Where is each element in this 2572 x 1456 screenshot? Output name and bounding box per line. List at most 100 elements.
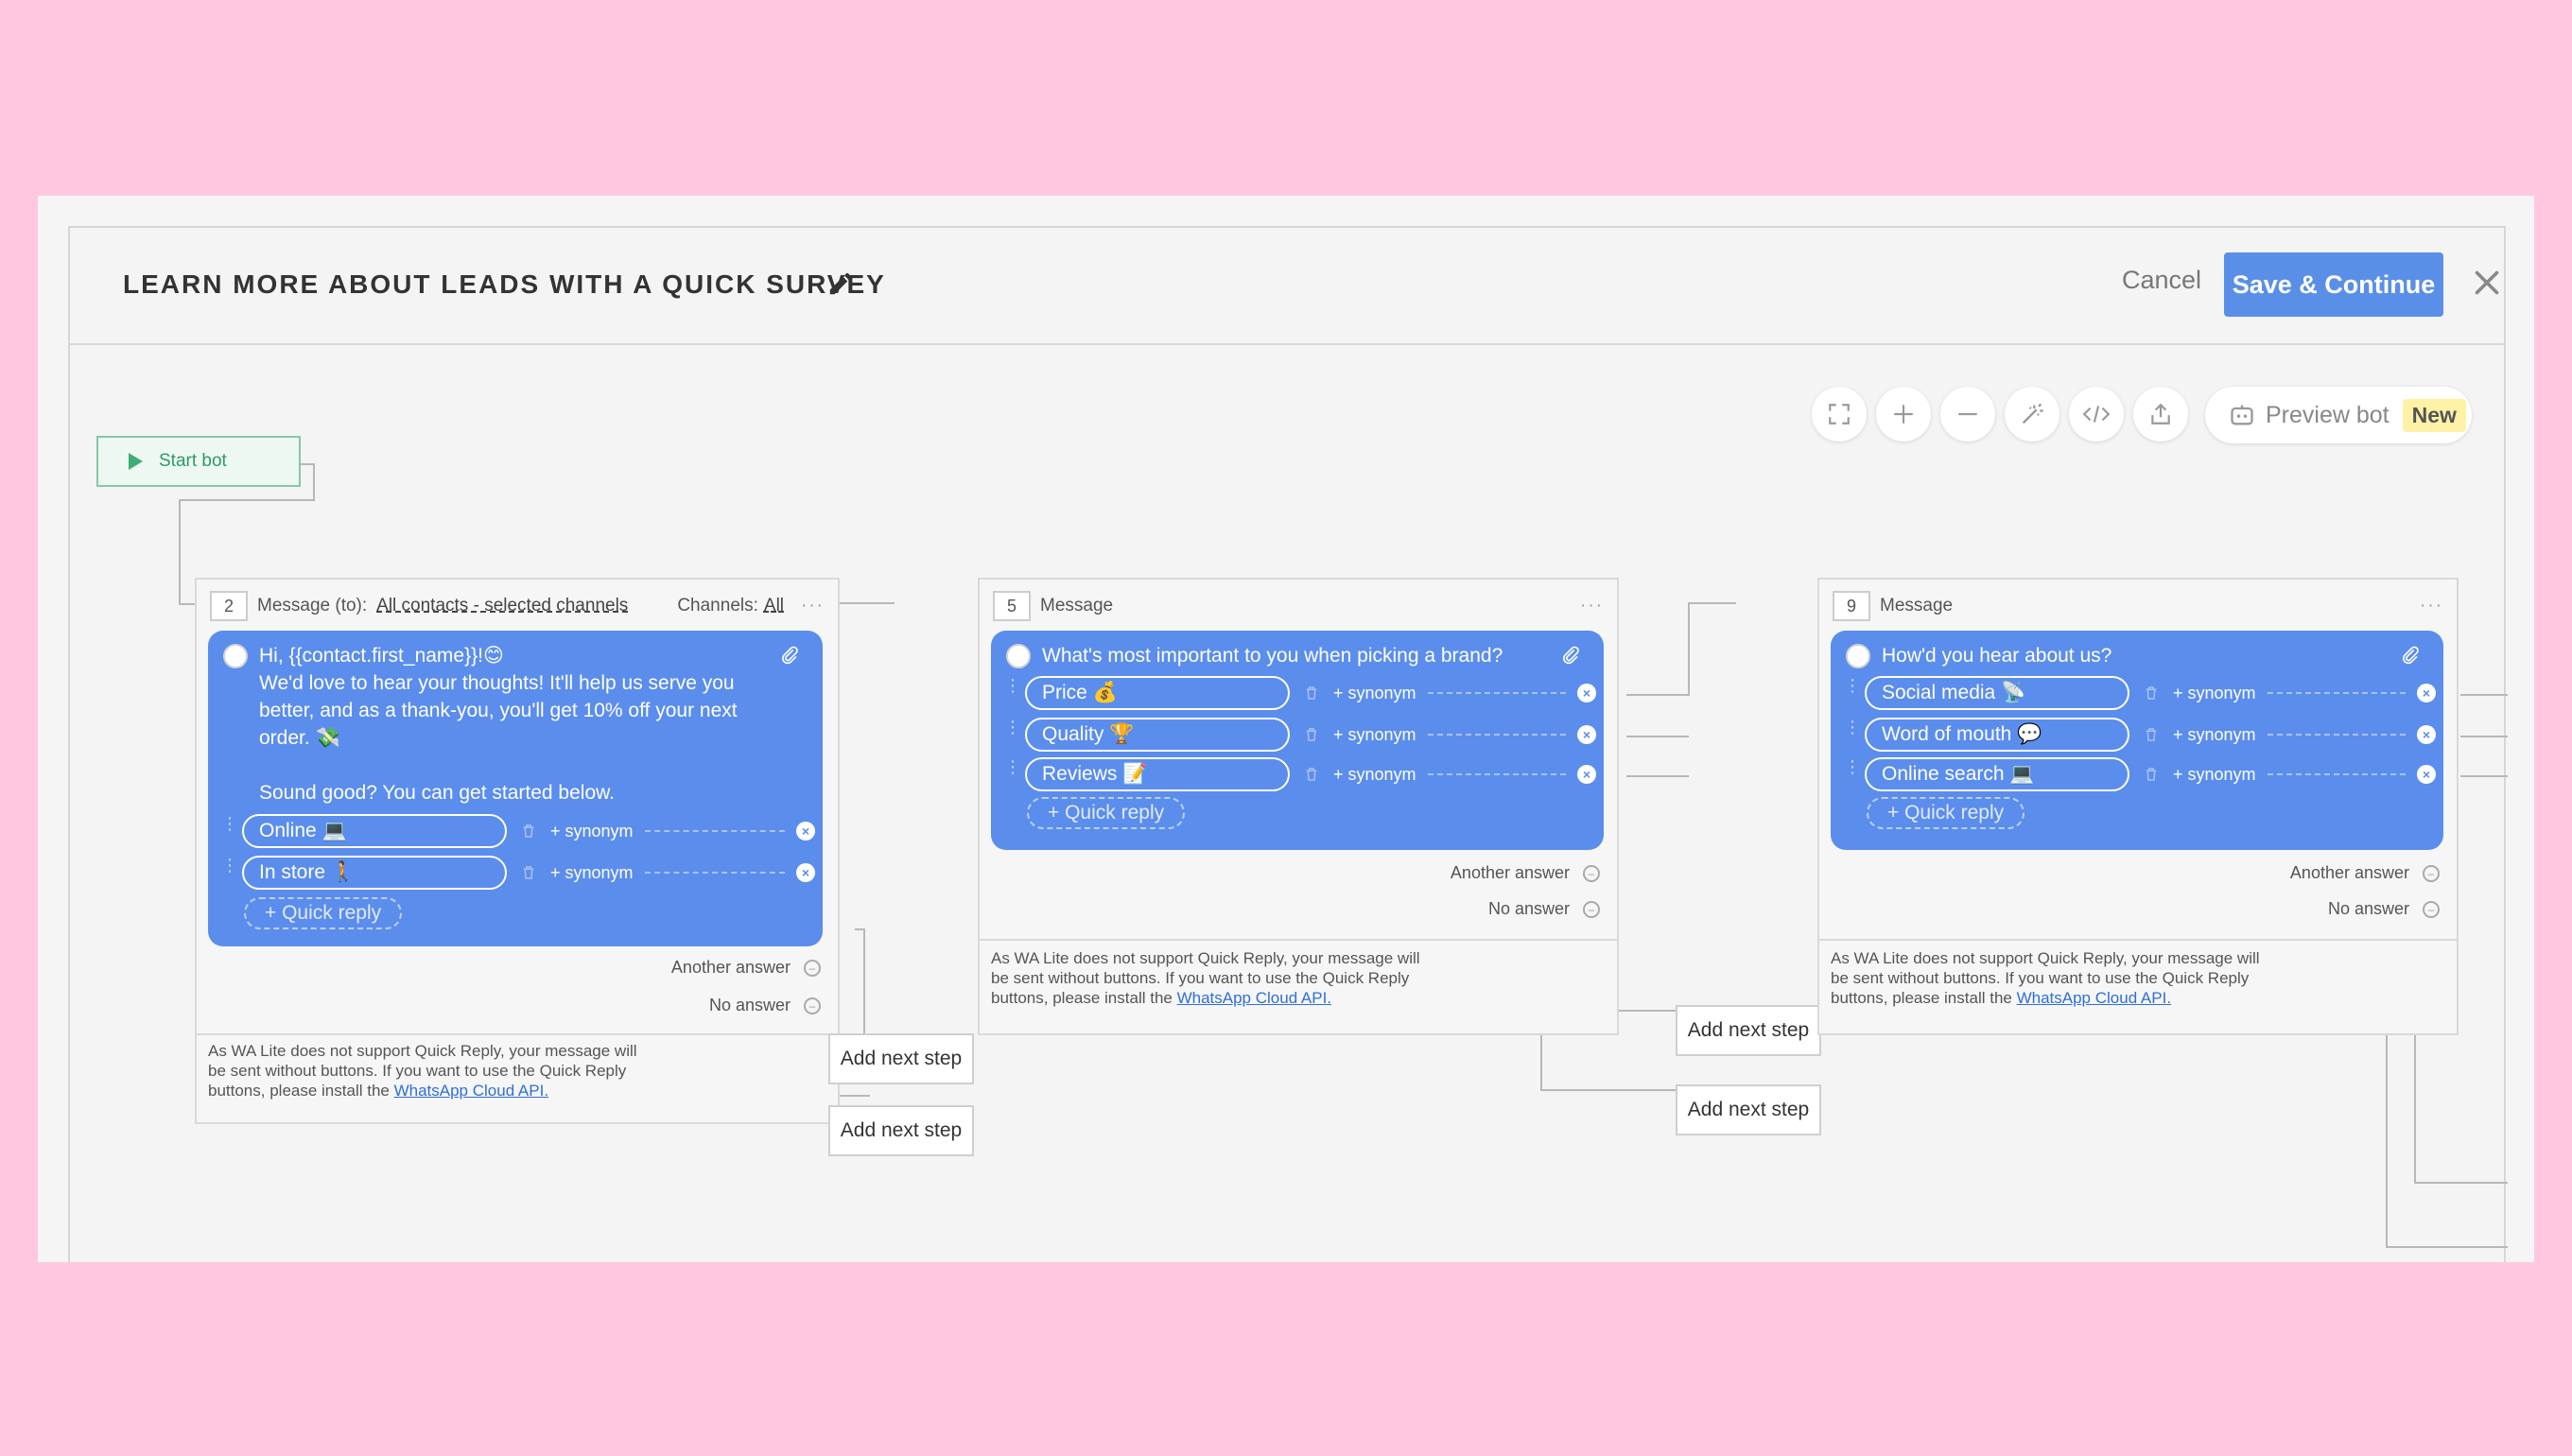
- drag-handle-icon[interactable]: ⋮: [1004, 758, 1021, 786]
- quick-reply-row[interactable]: ⋮ Reviews 📝 + synonym ×: [1004, 757, 1596, 791]
- message-node-2[interactable]: 2 Message (to): All contacts - selected …: [195, 578, 840, 1124]
- trash-icon[interactable]: [1303, 764, 1320, 785]
- quick-reply-row[interactable]: ⋮ Social media 📡 + synonym ×: [1844, 676, 2436, 710]
- quick-reply-row[interactable]: ⋮ In store 🚶 + synonym ×: [221, 856, 815, 890]
- output-icon[interactable]: –: [2423, 864, 2440, 882]
- trash-icon[interactable]: [2143, 724, 2160, 745]
- whatsapp-cloud-api-link[interactable]: WhatsApp Cloud API.: [2017, 989, 2171, 1007]
- drag-handle-icon[interactable]: ⋮: [1844, 719, 1861, 746]
- remove-icon[interactable]: ×: [1577, 765, 1596, 784]
- zoom-in-button[interactable]: [1876, 387, 1931, 442]
- message-line: [259, 752, 766, 779]
- add-synonym-link[interactable]: + synonym: [1333, 765, 1416, 785]
- drag-handle-icon[interactable]: ⋮: [1004, 719, 1021, 746]
- whatsapp-cloud-api-link[interactable]: WhatsApp Cloud API.: [394, 1082, 548, 1100]
- message-node-9[interactable]: 9 Message ··· How'd you hear about us? ⋮…: [1817, 578, 2459, 1035]
- message-node-5[interactable]: 5 Message ··· What's most important to y…: [978, 578, 1619, 1035]
- drag-handle-icon[interactable]: ⋮: [1004, 677, 1021, 704]
- output-icon[interactable]: –: [804, 959, 821, 977]
- drag-handle-icon[interactable]: ⋮: [1844, 758, 1861, 786]
- output-icon[interactable]: –: [804, 997, 821, 1014]
- more-icon[interactable]: ···: [801, 596, 825, 616]
- drag-handle-icon[interactable]: ⋮: [221, 857, 238, 884]
- no-answer-output[interactable]: No answer –: [1488, 899, 1600, 919]
- add-quick-reply-button[interactable]: + Quick reply: [1027, 797, 1186, 829]
- notice-line: As WA Lite does not support Quick Reply,…: [208, 1042, 637, 1060]
- bot-icon: [2231, 405, 2253, 425]
- remove-icon[interactable]: ×: [2417, 765, 2436, 784]
- quick-reply-button[interactable]: Word of mouth 💬: [1865, 718, 2129, 752]
- add-synonym-link[interactable]: + synonym: [550, 863, 634, 883]
- magic-wand-button[interactable]: [2005, 387, 2059, 442]
- another-answer-output[interactable]: Another answer –: [1451, 863, 1600, 883]
- quick-reply-button[interactable]: Online search 💻: [1865, 757, 2129, 791]
- quick-reply-button[interactable]: In store 🚶: [242, 856, 507, 890]
- zoom-out-button[interactable]: [1940, 387, 1995, 442]
- connector-line: [644, 830, 785, 832]
- message-card[interactable]: Hi, {{contact.first_name}}!😊 We'd love t…: [208, 631, 823, 946]
- quick-reply-row[interactable]: ⋮ Online search 💻 + synonym ×: [1844, 757, 2436, 791]
- add-next-step-button[interactable]: Add next step: [828, 1105, 974, 1156]
- add-next-step-button[interactable]: Add next step: [1676, 1005, 1821, 1056]
- trash-icon[interactable]: [1303, 724, 1320, 745]
- paperclip-icon[interactable]: [1560, 642, 1581, 668]
- start-bot-node[interactable]: Start bot: [96, 436, 301, 487]
- trash-icon[interactable]: [2143, 764, 2160, 785]
- connector-line: [2267, 692, 2406, 694]
- quick-reply-button[interactable]: Quality 🏆: [1025, 718, 1290, 752]
- output-icon[interactable]: –: [2423, 900, 2440, 918]
- trash-icon[interactable]: [1303, 683, 1320, 703]
- add-synonym-link[interactable]: + synonym: [1333, 684, 1416, 703]
- add-next-step-button[interactable]: Add next step: [1676, 1084, 1821, 1135]
- quick-reply-button[interactable]: Price 💰: [1025, 676, 1290, 710]
- paperclip-icon[interactable]: [2400, 642, 2421, 668]
- trash-icon[interactable]: [2143, 683, 2160, 703]
- remove-icon[interactable]: ×: [1577, 725, 1596, 744]
- add-next-step-button[interactable]: Add next step: [828, 1033, 974, 1084]
- remove-icon[interactable]: ×: [796, 822, 815, 841]
- code-button[interactable]: [2069, 387, 2124, 442]
- preview-bot-button[interactable]: Preview bot New: [2205, 387, 2472, 443]
- output-icon[interactable]: –: [1583, 864, 1600, 882]
- export-icon: [2151, 403, 2170, 425]
- another-answer-output[interactable]: Another answer –: [2290, 863, 2440, 883]
- remove-icon[interactable]: ×: [2417, 684, 2436, 702]
- quick-reply-button[interactable]: Reviews 📝: [1025, 757, 1290, 791]
- paperclip-icon[interactable]: [779, 642, 800, 668]
- quick-reply-row[interactable]: ⋮ Quality 🏆 + synonym ×: [1004, 718, 1596, 752]
- fullscreen-button[interactable]: [1812, 387, 1867, 442]
- more-icon[interactable]: ···: [1580, 596, 1604, 616]
- whatsapp-cloud-api-link[interactable]: WhatsApp Cloud API.: [1177, 989, 1331, 1007]
- add-synonym-link[interactable]: + synonym: [1333, 725, 1416, 745]
- add-synonym-link[interactable]: + synonym: [550, 822, 634, 841]
- output-icon[interactable]: –: [1583, 900, 1600, 918]
- quick-reply-button[interactable]: Online 💻: [242, 814, 507, 848]
- remove-icon[interactable]: ×: [796, 863, 815, 882]
- add-synonym-link[interactable]: + synonym: [2173, 725, 2256, 745]
- drag-handle-icon[interactable]: ⋮: [221, 815, 238, 842]
- add-quick-reply-button[interactable]: + Quick reply: [1867, 797, 2025, 829]
- trash-icon[interactable]: [520, 862, 537, 883]
- quick-reply-row[interactable]: ⋮ Price 💰 + synonym ×: [1004, 676, 1596, 710]
- message-card[interactable]: How'd you hear about us? ⋮ Social media …: [1831, 631, 2443, 850]
- audience-link[interactable]: All contacts - selected channels: [376, 596, 628, 616]
- wa-lite-notice: As WA Lite does not support Quick Reply,…: [991, 948, 1464, 1008]
- quick-reply-button[interactable]: Social media 📡: [1865, 676, 2129, 710]
- quick-reply-row[interactable]: ⋮ Online 💻 + synonym ×: [221, 814, 815, 848]
- another-answer-label: Another answer: [2289, 863, 2409, 882]
- trash-icon[interactable]: [520, 821, 537, 841]
- channels-value[interactable]: All: [764, 596, 784, 616]
- message-card[interactable]: What's most important to you when pickin…: [991, 631, 1604, 850]
- add-synonym-link[interactable]: + synonym: [2173, 684, 2256, 703]
- remove-icon[interactable]: ×: [2417, 725, 2436, 744]
- more-icon[interactable]: ···: [2420, 596, 2443, 616]
- no-answer-output[interactable]: No answer –: [709, 996, 821, 1015]
- export-button[interactable]: [2133, 387, 2188, 442]
- add-synonym-link[interactable]: + synonym: [2173, 765, 2256, 785]
- no-answer-output[interactable]: No answer –: [2328, 899, 2440, 919]
- another-answer-output[interactable]: Another answer –: [671, 958, 821, 978]
- drag-handle-icon[interactable]: ⋮: [1844, 677, 1861, 704]
- add-quick-reply-button[interactable]: + Quick reply: [244, 897, 403, 929]
- quick-reply-row[interactable]: ⋮ Word of mouth 💬 + synonym ×: [1844, 718, 2436, 752]
- remove-icon[interactable]: ×: [1577, 684, 1596, 702]
